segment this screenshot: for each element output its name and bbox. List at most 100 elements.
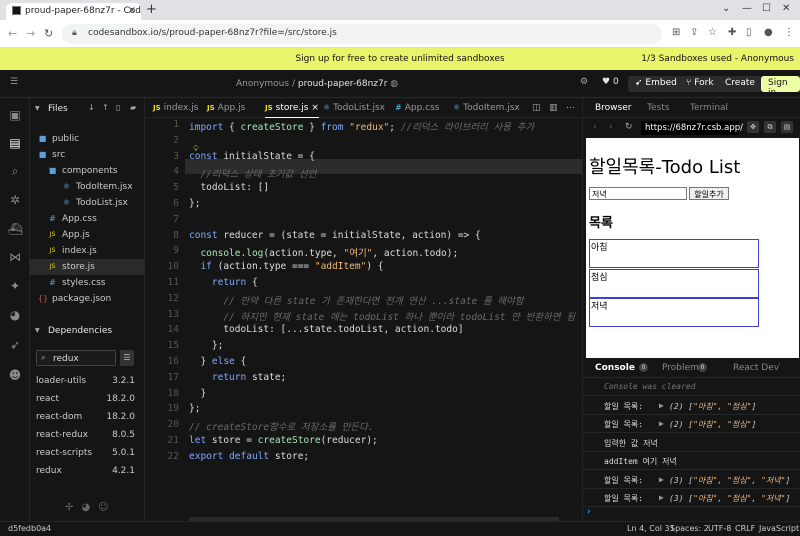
file-item[interactable]: JS store.js: [30, 259, 145, 275]
back-arrow-icon[interactable]: ←: [8, 27, 17, 40]
embed-button[interactable]: ➹ Embed: [628, 76, 684, 92]
dependency-item[interactable]: react-dom 18.2.0: [30, 408, 145, 426]
settings-icon[interactable]: ✲: [8, 193, 22, 207]
split-editor-icon[interactable]: ◫: [532, 103, 541, 113]
files-icon[interactable]: ▤: [8, 136, 22, 150]
sort-icon[interactable]: ↓: [88, 103, 95, 112]
cursor-position[interactable]: Ln 4, Col 31: [627, 524, 675, 533]
dependency-item[interactable]: react-redux 8.0.5: [30, 426, 145, 444]
preview-reload-icon[interactable]: ↻: [625, 122, 633, 132]
deploy-icon[interactable]: ➶: [8, 338, 22, 352]
tab-terminal[interactable]: Terminal: [690, 103, 728, 113]
console-entry[interactable]: 할일 목록: ▶ (3) ["아침", "점심", "저녁"]: [583, 489, 800, 507]
close-tab-icon[interactable]: ×: [128, 5, 136, 16]
expand-triangle-icon[interactable]: ▶: [659, 401, 664, 410]
discord-icon[interactable]: ☺: [98, 502, 116, 513]
dependency-item[interactable]: redux 4.2.1: [30, 462, 145, 480]
settings-gear-icon[interactable]: ⚙: [580, 77, 588, 87]
profile-icon[interactable]: ●: [764, 27, 773, 38]
close-tab-icon[interactable]: ×: [308, 103, 319, 113]
folder-item[interactable]: ■ components: [30, 163, 145, 179]
dependencies-section-header[interactable]: ▼ Dependencies: [30, 322, 145, 340]
code-editor[interactable]: 💡︎ 1 import { createStore } from "redux";…: [145, 118, 582, 521]
team-icon[interactable]: ☻: [8, 368, 22, 382]
project-name[interactable]: proud-paper-68nz7r: [298, 79, 388, 89]
window-close-icon[interactable]: ✕: [782, 3, 790, 14]
files-section-header[interactable]: ▼ Files ↓ ↑ ▯ ▰: [30, 100, 145, 118]
language-mode[interactable]: JavaScript: [759, 524, 799, 533]
dependency-item[interactable]: react 18.2.0: [30, 390, 145, 408]
new-tab-icon[interactable]: +: [146, 2, 157, 17]
dependency-search-input[interactable]: ⌕ redux: [36, 350, 116, 366]
console-entry[interactable]: 할일 목록: ▶ (2) ["아침", "점심"]: [583, 397, 800, 415]
editor-tab[interactable]: JS store.js ×: [265, 98, 319, 118]
browser-tab[interactable]: proud-paper-68nz7r - CodeSa ×: [6, 3, 141, 20]
dependency-options-icon[interactable]: ☰: [120, 350, 134, 366]
maximize-icon[interactable]: ☐: [762, 3, 771, 14]
file-item[interactable]: JS index.js: [30, 243, 145, 259]
forward-arrow-icon[interactable]: →: [26, 27, 35, 40]
twitter-icon[interactable]: ✢: [65, 502, 81, 513]
search-icon[interactable]: ⌕: [8, 164, 22, 178]
tab-react-devtools[interactable]: React DevTools: [733, 363, 780, 373]
share-icon[interactable]: ⇪: [690, 27, 698, 38]
tab-browser[interactable]: Browser: [595, 103, 631, 113]
folder-item[interactable]: ■ public: [30, 131, 145, 147]
add-todo-button[interactable]: 할일추가: [689, 187, 729, 200]
file-item[interactable]: # App.css: [30, 211, 145, 227]
todo-input[interactable]: 저녁: [589, 187, 687, 200]
editor-tab[interactable]: JS index.js: [153, 98, 198, 118]
encoding[interactable]: UTF-8: [708, 524, 731, 533]
translate-icon[interactable]: ⊞: [672, 27, 680, 38]
dependency-item[interactable]: loader-utils 3.2.1: [30, 372, 145, 390]
file-item[interactable]: # styles.css: [30, 275, 145, 291]
tab-console[interactable]: Console: [595, 363, 635, 373]
console-entry[interactable]: Console was cleared: [583, 378, 800, 396]
console-entry[interactable]: 할일 목록: ▶ (3) ["아침", "점심", "저녁"]: [583, 471, 800, 489]
minimize-icon[interactable]: —: [742, 3, 752, 14]
editor-tab[interactable]: # App.css: [395, 98, 439, 118]
console-entry[interactable]: 입력한 값 저녁: [583, 434, 800, 452]
url-field[interactable]: 🔒︎ codesandbox.io/s/proud-paper-68nz7r?f…: [62, 24, 662, 44]
line-endings[interactable]: CRLF: [735, 524, 755, 533]
create-button[interactable]: Create: [718, 76, 762, 92]
sandbox-info-icon[interactable]: ▣: [8, 108, 22, 122]
dependency-item[interactable]: react-scripts 5.0.1: [30, 444, 145, 462]
github-link-icon[interactable]: ◕: [81, 502, 98, 513]
like-button[interactable]: ♥ 0: [602, 77, 619, 87]
console-entry[interactable]: addItem 여기 저녁: [583, 452, 800, 470]
more-options-icon[interactable]: …: [566, 101, 575, 111]
expand-triangle-icon[interactable]: ▶: [659, 493, 664, 502]
editor-tab[interactable]: ⚛ TodoItem.jsx: [453, 98, 520, 118]
chevron-down-icon[interactable]: ⌄: [722, 3, 730, 14]
tab-tests[interactable]: Tests: [647, 103, 669, 113]
indentation[interactable]: Spaces: 2: [670, 524, 709, 533]
folder-item[interactable]: ■ src: [30, 147, 145, 163]
file-item[interactable]: ⚛ TodoItem.jsx: [30, 179, 145, 195]
file-item[interactable]: JS App.js: [30, 227, 145, 243]
fork-button[interactable]: ⑂ Fork: [679, 76, 721, 92]
preview-layout-icon[interactable]: ▤: [781, 121, 793, 133]
upload-icon[interactable]: ↑: [102, 103, 109, 112]
preview-toggle-icon[interactable]: ▥: [549, 103, 558, 113]
expand-triangle-icon[interactable]: ▶: [659, 419, 664, 428]
menu-icon[interactable]: ☰: [10, 77, 18, 87]
extensions-icon[interactable]: ✚: [728, 27, 736, 38]
github-icon[interactable]: ◕: [8, 308, 22, 322]
file-item[interactable]: ⚛ TodoList.jsx: [30, 195, 145, 211]
device-icon[interactable]: ✥: [747, 121, 759, 133]
file-item[interactable]: {} package.json: [30, 291, 145, 307]
preview-back-icon[interactable]: ‹: [593, 122, 597, 132]
reload-icon[interactable]: ↻: [44, 27, 53, 40]
docker-icon[interactable]: ⛴: [8, 222, 23, 236]
editor-tab[interactable]: JS App.js: [207, 98, 245, 118]
browser-menu-icon[interactable]: ⋮: [784, 27, 794, 38]
sidebar-panel-icon[interactable]: ▯: [746, 27, 752, 38]
console-entry[interactable]: 할일 목록: ▶ (2) ["아침", "점심"]: [583, 415, 800, 433]
new-file-icon[interactable]: ▯: [116, 103, 120, 112]
expand-triangle-icon[interactable]: ▶: [659, 475, 664, 484]
sign-in-button[interactable]: Sign in: [761, 76, 800, 98]
preview-forward-icon[interactable]: ›: [609, 122, 613, 132]
console-prompt[interactable]: ›: [587, 507, 591, 517]
editor-tab[interactable]: ⚛ TodoList.jsx: [323, 98, 385, 118]
